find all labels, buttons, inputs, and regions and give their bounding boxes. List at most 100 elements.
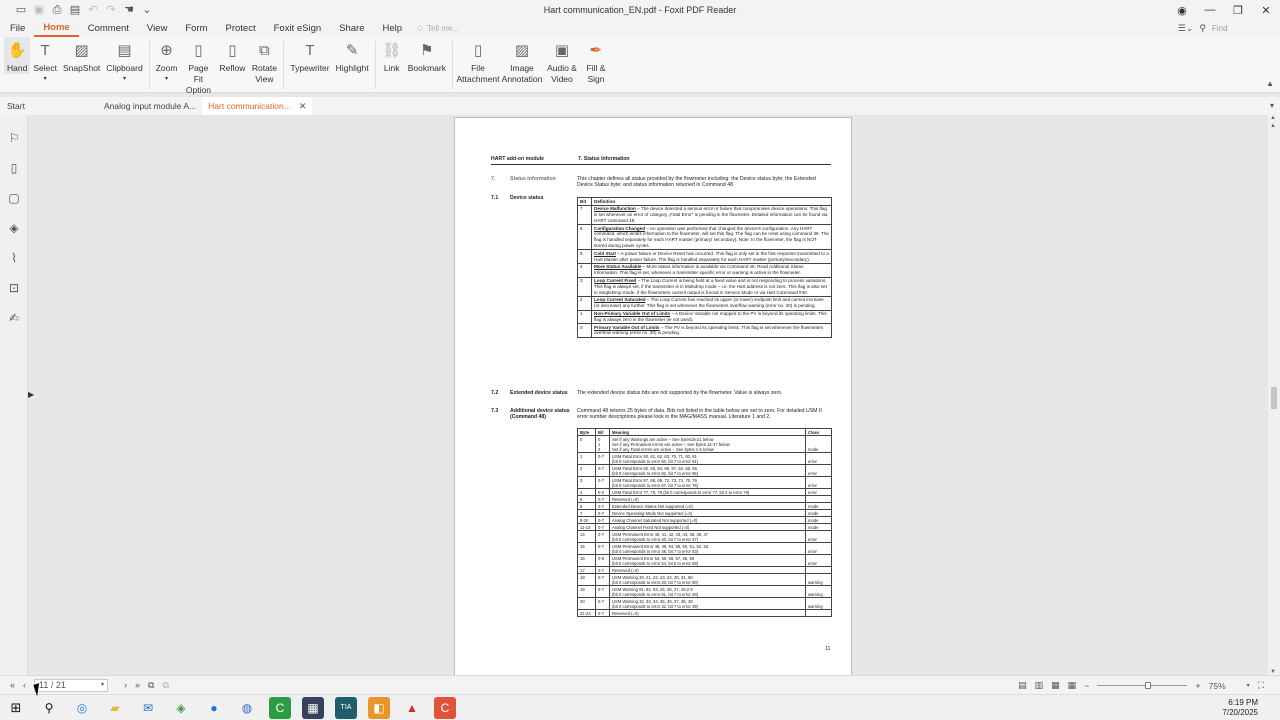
scroll-top-icon[interactable]: ▲ bbox=[1270, 123, 1276, 129]
attachments-panel-icon[interactable]: ⌇ bbox=[0, 243, 28, 273]
reflow-button[interactable]: ▯ Reflow bbox=[216, 37, 248, 74]
save-icon[interactable]: ▣ bbox=[32, 0, 46, 20]
document-tabs: Start Analog input module A... Hart comm… bbox=[0, 97, 1280, 115]
zoom-slider-knob[interactable] bbox=[1145, 682, 1152, 689]
hand-icon[interactable]: ☚ bbox=[122, 0, 136, 20]
page-fit-button[interactable]: ▯ Page Fit Option bbox=[180, 37, 216, 96]
tell-me-box[interactable]: ◌ Tell me... bbox=[417, 23, 459, 34]
previous-page-icon[interactable]: ‹ bbox=[23, 680, 26, 690]
tab-foxit-esign[interactable]: Foxit eSign bbox=[265, 20, 331, 37]
meaning-cell: USM Warning 91, 92, 93, 25, 26, 27, 28,2… bbox=[609, 585, 806, 598]
search-icon[interactable]: ⚲ bbox=[38, 697, 60, 719]
tab-comment[interactable]: Comment bbox=[79, 20, 138, 37]
zoom-out-icon[interactable]: − bbox=[1084, 681, 1089, 691]
zoom-dropdown-icon[interactable]: ▾ bbox=[1247, 682, 1250, 689]
foxit-reader-icon[interactable]: ▲ bbox=[401, 697, 423, 719]
page-layout-icon[interactable]: ⧉ bbox=[162, 680, 168, 691]
copy-page-icon[interactable]: ⧉ bbox=[148, 680, 154, 691]
bookmark-button[interactable]: ⚑ Bookmark bbox=[405, 37, 449, 74]
facing-page-icon[interactable]: ▦ bbox=[1051, 680, 1060, 691]
table-row: 6 0-7 Extended Device Status Not supported… bbox=[577, 502, 832, 510]
doc-tab-hart-communication[interactable]: Hart communication... ✕ bbox=[202, 97, 313, 115]
close-button[interactable]: ✕ bbox=[1252, 4, 1280, 17]
table-row: 1 0-7 USM Fatal Error 60, 61, 62, 63, 70, … bbox=[577, 452, 832, 465]
signature-panel-icon[interactable]: ✍ bbox=[0, 303, 28, 333]
security-panel-icon[interactable]: ⊡ bbox=[0, 273, 28, 303]
fullscreen-icon[interactable]: ⛶ bbox=[1258, 680, 1264, 691]
highlight-icon: ✎ bbox=[345, 41, 359, 59]
single-page-icon[interactable]: ▤ bbox=[1018, 680, 1027, 691]
app-red-icon[interactable]: C bbox=[434, 696, 456, 719]
table-row: 19 0-7 USM Warning 91, 92, 93, 25, 26, 27,… bbox=[577, 585, 832, 598]
bookmark-panel-icon[interactable]: ⚐ bbox=[0, 123, 28, 153]
clipboard-button[interactable]: ▤ Clipboard ▾ bbox=[103, 37, 145, 85]
link-button[interactable]: ⛓ Link bbox=[379, 37, 405, 74]
tia-portal-icon[interactable]: TIA bbox=[335, 696, 357, 719]
image-annotation-button[interactable]: ▨ Image Annotation bbox=[500, 37, 544, 85]
file-attachment-button[interactable]: ▯ File Attachment bbox=[456, 37, 500, 85]
undo-icon[interactable]: ↶ bbox=[86, 0, 100, 20]
vertical-scrollbar[interactable]: ▲ ▲ ▼ bbox=[1268, 115, 1280, 675]
continuous-page-icon[interactable]: ▥ bbox=[1035, 680, 1044, 691]
fill-sign-button[interactable]: ✒ Fill & Sign bbox=[580, 37, 612, 85]
print-icon[interactable]: ⎙ bbox=[50, 0, 64, 20]
app-blue-circle-icon[interactable]: ● bbox=[203, 697, 225, 719]
comments-panel-icon[interactable]: ▢ bbox=[0, 183, 28, 213]
section-7-2-title: Extended device status bbox=[510, 390, 568, 396]
next-page-icon[interactable]: › bbox=[124, 680, 127, 690]
highlight-button[interactable]: ✎ Highlight bbox=[333, 37, 372, 74]
pages-panel-icon[interactable]: ▯ bbox=[0, 153, 28, 183]
expand-panel-icon[interactable]: ▶ bbox=[28, 390, 34, 399]
find-input[interactable]: Find bbox=[1212, 24, 1252, 33]
app-green-square-icon[interactable]: C bbox=[269, 696, 291, 719]
tab-home[interactable]: Home bbox=[34, 20, 79, 37]
app-badge-icon[interactable]: ◍ bbox=[236, 697, 258, 719]
snapshot-button[interactable]: ▨ SnapShot bbox=[60, 37, 103, 74]
edge-browser-icon[interactable]: ◎ bbox=[71, 697, 93, 719]
menu-file[interactable]: File bbox=[0, 20, 34, 37]
page-dropdown-icon[interactable]: ▾ bbox=[101, 680, 104, 691]
meaning-cell: USM Permanent Error 54, 55, 56, 57, 58, … bbox=[609, 554, 806, 567]
app-green-icon[interactable]: ◈ bbox=[170, 697, 192, 719]
app-dark-icon[interactable]: ▦ bbox=[302, 696, 324, 719]
close-tab-icon[interactable]: ✕ bbox=[299, 97, 307, 115]
doc-tab-analog-input[interactable]: Analog input module A... bbox=[98, 97, 202, 115]
last-page-icon[interactable]: » bbox=[135, 680, 140, 690]
collapse-ribbon-icon[interactable]: ▲ bbox=[1266, 79, 1274, 88]
layers-panel-icon[interactable]: ◈ bbox=[0, 213, 28, 243]
continuous-facing-icon[interactable]: ▦ bbox=[1068, 680, 1077, 691]
zoom-slider[interactable] bbox=[1097, 682, 1188, 689]
mail-icon[interactable]: ✉ bbox=[137, 697, 159, 719]
start-tab[interactable]: Start bbox=[0, 97, 98, 115]
rotate-view-button[interactable]: ⧉ Rotate View bbox=[248, 37, 280, 85]
tab-view[interactable]: View bbox=[138, 20, 176, 37]
save-as-icon[interactable]: ▤ bbox=[68, 0, 82, 20]
clock[interactable]: 6:19 PM 7/20/2025 bbox=[1222, 698, 1258, 718]
tab-help[interactable]: Help bbox=[374, 20, 412, 37]
redo-icon[interactable]: ↷ bbox=[104, 0, 118, 20]
account-icon[interactable]: ◉ bbox=[1168, 4, 1196, 17]
tab-share[interactable]: Share bbox=[330, 20, 373, 37]
document-view[interactable]: HART add-on module 7. Status Information… bbox=[38, 115, 1268, 675]
typewriter-button[interactable]: T Typewriter bbox=[287, 37, 332, 74]
tab-list-dropdown-icon[interactable]: ▾ bbox=[1270, 97, 1274, 115]
folder-icon[interactable]: ▭ bbox=[14, 0, 28, 20]
minimize-button[interactable]: — bbox=[1196, 4, 1224, 16]
zoom-in-icon[interactable]: + bbox=[1195, 681, 1200, 691]
windows-start-icon[interactable]: ⊞ bbox=[5, 697, 27, 719]
restore-button[interactable]: ❐ bbox=[1224, 4, 1252, 17]
search-options-icon[interactable]: ☰⌄ bbox=[1178, 23, 1194, 34]
file-explorer-icon[interactable]: ▰ bbox=[104, 697, 126, 719]
audio-video-button[interactable]: ▣ Audio & Video bbox=[544, 37, 580, 85]
hand-button[interactable]: ✋ Hand bbox=[4, 37, 31, 74]
customize-icon[interactable]: ⌄ bbox=[140, 0, 154, 20]
first-page-icon[interactable]: « bbox=[10, 680, 15, 690]
app-orange-icon[interactable]: ◧ bbox=[368, 696, 390, 719]
scroll-up-icon[interactable]: ▲ bbox=[1270, 115, 1276, 121]
scroll-thumb[interactable] bbox=[1271, 387, 1277, 409]
zoom-button[interactable]: ⊕ Zoom ▾ bbox=[153, 37, 181, 85]
tab-form[interactable]: Form bbox=[176, 20, 216, 37]
tab-protect[interactable]: Protect bbox=[217, 20, 265, 37]
zoom-level[interactable]: 75% bbox=[1209, 681, 1239, 691]
select-button[interactable]: T Select ▾ bbox=[30, 37, 60, 85]
